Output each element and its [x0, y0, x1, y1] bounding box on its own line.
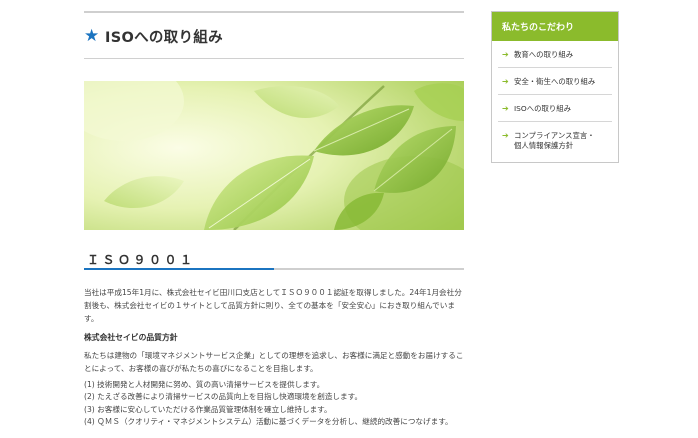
sidebar-item-label: 教育への取り組み [514, 50, 574, 59]
arrow-right-icon: ➔ [502, 131, 509, 140]
quality-policy-title: 株式会社セイビの品質方針 [84, 333, 178, 342]
quality-policy-intro: 私たちは建物の「環境マネジメントサービス企業」としての理想を追求し、お客様に満足… [84, 351, 464, 373]
title-divider [84, 58, 464, 59]
sidebar-item-label: 安全・衛生への取り組み [514, 77, 596, 86]
arrow-right-icon: ➔ [502, 104, 509, 113]
star-icon: ★ [84, 25, 100, 46]
sidebar-item-compliance[interactable]: ➔ コンプライアンス宣言・ 個人情報保護方針 [498, 122, 612, 158]
sidebar-item-label: ISOへの取り組み [514, 104, 572, 113]
leaves-illustration [84, 81, 464, 230]
arrow-right-icon: ➔ [502, 77, 509, 86]
iso-description: 当社は平成15年1月に、株式会社セイビ田川口支店としてＩＳＯ９００１認証を取得し… [84, 288, 462, 323]
list-item: (3) お客様に安心していただける作業品質管理体制を確立し維持します。 [84, 404, 332, 414]
section-divider-accent [84, 268, 274, 270]
section-title-iso9001: ＩＳＯ９００１ [87, 253, 196, 267]
sidebar-commitments: 私たちのこだわり ➔ 教育への取り組み ➔ 安全・衛生への取り組み ➔ ISOへ… [491, 11, 619, 163]
page-heading: ★ ISOへの取り組み [84, 25, 223, 47]
sidebar-item-safety-hygiene[interactable]: ➔ 安全・衛生への取り組み [498, 68, 612, 95]
sidebar-nav: ➔ 教育への取り組み ➔ 安全・衛生への取り組み ➔ ISOへの取り組み ➔ コ… [492, 41, 618, 162]
list-item: (2) たえざる改善により清掃サービスの品質向上を目指し快適環境を創造します。 [84, 392, 363, 402]
page-title: ISOへの取り組み [105, 29, 223, 46]
list-item: (4) ＱＭＳ（クオリティ・マネジメントシステム）活動に基づくデータを分析し、継… [84, 417, 453, 427]
sidebar-header: 私たちのこだわり [492, 12, 618, 41]
arrow-right-icon: ➔ [502, 50, 509, 59]
sidebar-item-education[interactable]: ➔ 教育への取り組み [498, 41, 612, 68]
hero-image-leaves [84, 81, 464, 230]
quality-policy-list: (1) 技術開発と人材開発に努め、質の高い清掃サービスを提供します。 (2) た… [84, 379, 464, 429]
list-item: (1) 技術開発と人材開発に努め、質の高い清掃サービスを提供します。 [84, 380, 325, 389]
sidebar-item-label: コンプライアンス宣言・ 個人情報保護方針 [514, 131, 595, 150]
sidebar-item-iso[interactable]: ➔ ISOへの取り組み [498, 95, 612, 122]
top-divider [84, 11, 464, 13]
